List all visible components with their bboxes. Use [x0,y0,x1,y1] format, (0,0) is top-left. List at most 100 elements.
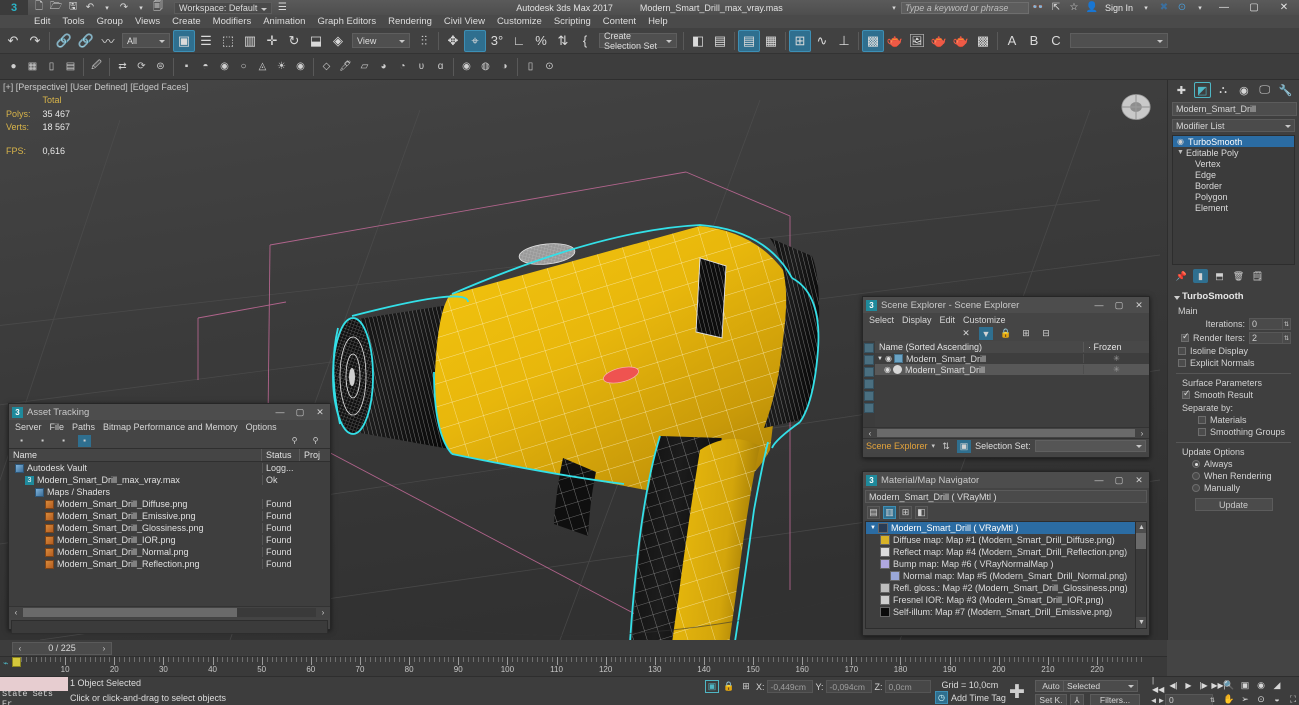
photometric-light-icon[interactable]: ◬ [253,57,272,76]
material-editor-icon[interactable]: ▩ [862,29,884,52]
table-row[interactable]: Modern_Smart_Drill_Normal.png Found [9,546,330,558]
clear-filter-icon[interactable]: ✕ [959,327,973,340]
always-row[interactable]: Always [1176,458,1291,470]
render-in-cloud-icon[interactable]: ▩ [972,30,994,52]
vault-settings-icon[interactable]: ⚲ [309,435,322,447]
render-iters-field[interactable]: 2 [1249,332,1283,344]
scene-horizontal-scrollbar[interactable]: ‹ › [863,427,1149,438]
list-item[interactable]: ▼ ◉ Modern_Smart_Drill ✳ [875,353,1149,364]
footer-dropdown-icon[interactable]: ▾ [932,442,936,450]
render-b-icon[interactable]: B [1023,30,1045,52]
scene-menu-customize[interactable]: Customize [959,315,1010,325]
expand-triangle-icon[interactable]: ▼ [870,525,878,531]
select-and-move-icon[interactable]: ✛ [261,30,283,52]
when-rendering-radio[interactable] [1192,472,1200,480]
show-end-result-icon[interactable]: ▮ [1193,269,1208,283]
zoom-icon[interactable]: 🔍 [1222,679,1236,691]
search-input[interactable]: Type a keyword or phrase [900,1,1029,14]
selection-set-combo[interactable] [1034,440,1146,452]
always-radio[interactable] [1192,460,1200,468]
z-coordinate[interactable]: Z: 0,0cm [875,680,931,693]
asset-minimize-button[interactable]: — [270,404,290,420]
frozen-cell[interactable]: ✳ [1083,354,1149,363]
render-a-icon[interactable]: A [1001,30,1023,52]
matnav-tree[interactable]: ▼ Modern_Smart_Drill ( VRayMtl ) Diffuse… [865,521,1147,629]
asset-menu-server[interactable]: Server [11,422,46,432]
stack-item-editable-poly[interactable]: ▼ Editable Poly [1173,147,1294,158]
sort-icon[interactable]: ⇅ [939,440,953,453]
scene-explorer-titlebar[interactable]: 3 Scene Explorer - Scene Explorer — ▢ ✕ [863,297,1149,313]
pan-icon[interactable]: ✋ [1222,693,1236,705]
stack-subitem-vertex[interactable]: Vertex [1173,158,1294,169]
edit-named-selection-sets-icon[interactable]: { [574,30,596,52]
expand-all-icon[interactable]: ⊞ [1019,327,1033,340]
loft-icon[interactable]: ⇄ [113,57,132,76]
redo-icon[interactable]: ↷ [117,1,131,14]
list-item[interactable]: Self-illum: Map #7 (Modern_Smart_Drill_E… [866,606,1146,618]
account-icon[interactable]: 👤 [1083,0,1101,15]
object-name-input[interactable] [1172,102,1297,116]
table-row[interactable]: Autodesk Vault Logg... [9,462,330,474]
maximize-button[interactable]: ▢ [1239,0,1269,15]
frame-next-icon[interactable]: › [99,644,109,653]
scene-explorer-footer-label[interactable]: Scene Explorer [866,441,928,451]
col-frozen[interactable]: · Frozen [1083,342,1149,352]
list-item[interactable]: Bump map: Map #6 ( VRayNormalMap ) [866,558,1146,570]
table-row[interactable]: Modern_Smart_Drill_Diffuse.png Found [9,498,330,510]
asset-tracking-titlebar[interactable]: 3 Asset Tracking — ▢ ✕ [9,404,330,420]
menu-item-customize[interactable]: Customize [491,15,548,28]
asset-menu-bitmap[interactable]: Bitmap Performance and Memory [99,422,242,432]
render-c-icon[interactable]: C [1045,30,1067,52]
undo-button[interactable]: ↶ [2,30,24,52]
material-map-navigator-window[interactable]: 3 Material/Map Navigator — ▢ ✕ Modern_Sm… [862,471,1150,636]
close-button[interactable]: ✕ [1269,0,1299,15]
daylight-system-icon[interactable]: ◉ [291,57,310,76]
menu-item-animation[interactable]: Animation [257,15,311,28]
list-with-icons-view-icon[interactable]: ▥ [883,506,896,519]
select-and-place-icon[interactable]: ◈ [327,30,349,52]
vray-toolbar-icon[interactable]: ▯ [521,57,540,76]
col-status[interactable]: Status [262,449,300,461]
window-crossing-icon[interactable]: ▥ [239,30,261,52]
asset-horizontal-scrollbar[interactable]: ‹ › [9,606,330,618]
explicit-normals-checkbox[interactable] [1178,359,1186,367]
matnav-vertical-scrollbar[interactable]: ▲ ▼ [1135,522,1146,628]
share-icon[interactable]: ⇱ [1047,0,1065,15]
list-item[interactable]: Reflect map: Map #4 (Modern_Smart_Drill_… [866,546,1146,558]
menu-item-rendering[interactable]: Rendering [382,15,438,28]
table-row[interactable]: Modern_Smart_Drill_IOR.png Found [9,534,330,546]
vault-login-icon[interactable]: ⚲ [288,435,301,447]
list-item[interactable]: Fresnel IOR: Map #3 (Modern_Smart_Drill_… [866,594,1146,606]
exchange-icon[interactable]: ✖ [1155,0,1173,15]
render-iterative-icon[interactable]: 🫖 [950,30,972,52]
smoothing-groups-row[interactable]: Smoothing Groups [1176,426,1291,438]
sidebar-spacewarps-icon[interactable] [864,403,874,413]
orbit-icon[interactable]: ⊙ [1254,693,1268,705]
add-time-tag-row[interactable]: ◷ Add Time Tag [935,691,1006,704]
smoothing-groups-checkbox[interactable] [1198,428,1206,436]
collapse-all-icon[interactable]: ⊟ [1039,327,1053,340]
field-of-view-icon[interactable]: ◢ [1270,679,1284,691]
isoline-checkbox[interactable] [1178,347,1186,355]
make-unique-icon[interactable]: ⬒ [1212,269,1227,283]
when-rendering-row[interactable]: When Rendering [1176,470,1291,482]
scene-menu-edit[interactable]: Edit [936,315,960,325]
scroll-right-icon[interactable]: › [316,608,330,617]
reference-coordinate-combo[interactable]: View [352,33,410,48]
render-iters-checkbox[interactable] [1180,331,1190,342]
redo-button[interactable]: ↷ [24,30,46,52]
remove-modifier-icon[interactable]: 🗑 [1231,269,1246,283]
materials-row[interactable]: Materials [1176,414,1291,426]
undo-icon[interactable]: ↶ [83,1,97,14]
matnav-maximize-button[interactable]: ▢ [1109,472,1129,488]
col-name[interactable]: Name (Sorted Ascending) [875,342,1083,352]
scene-explorer-icon[interactable]: ▦ [760,30,782,52]
list-item[interactable]: Refl. gloss.: Map #2 (Modern_Smart_Drill… [866,582,1146,594]
search-dropdown-icon[interactable]: ▾ [887,1,901,14]
isoline-display-row[interactable]: Isoline Display [1172,345,1295,357]
menu-item-views[interactable]: Views [129,15,166,28]
expand-triangle-icon[interactable]: ▼ [875,356,885,362]
configure-modifier-sets-icon[interactable]: 🗒 [1250,269,1265,283]
list-item[interactable]: ◉ Modern_Smart_Drill ✳ [875,364,1149,375]
scroll-down-icon[interactable]: ▼ [1136,617,1146,628]
